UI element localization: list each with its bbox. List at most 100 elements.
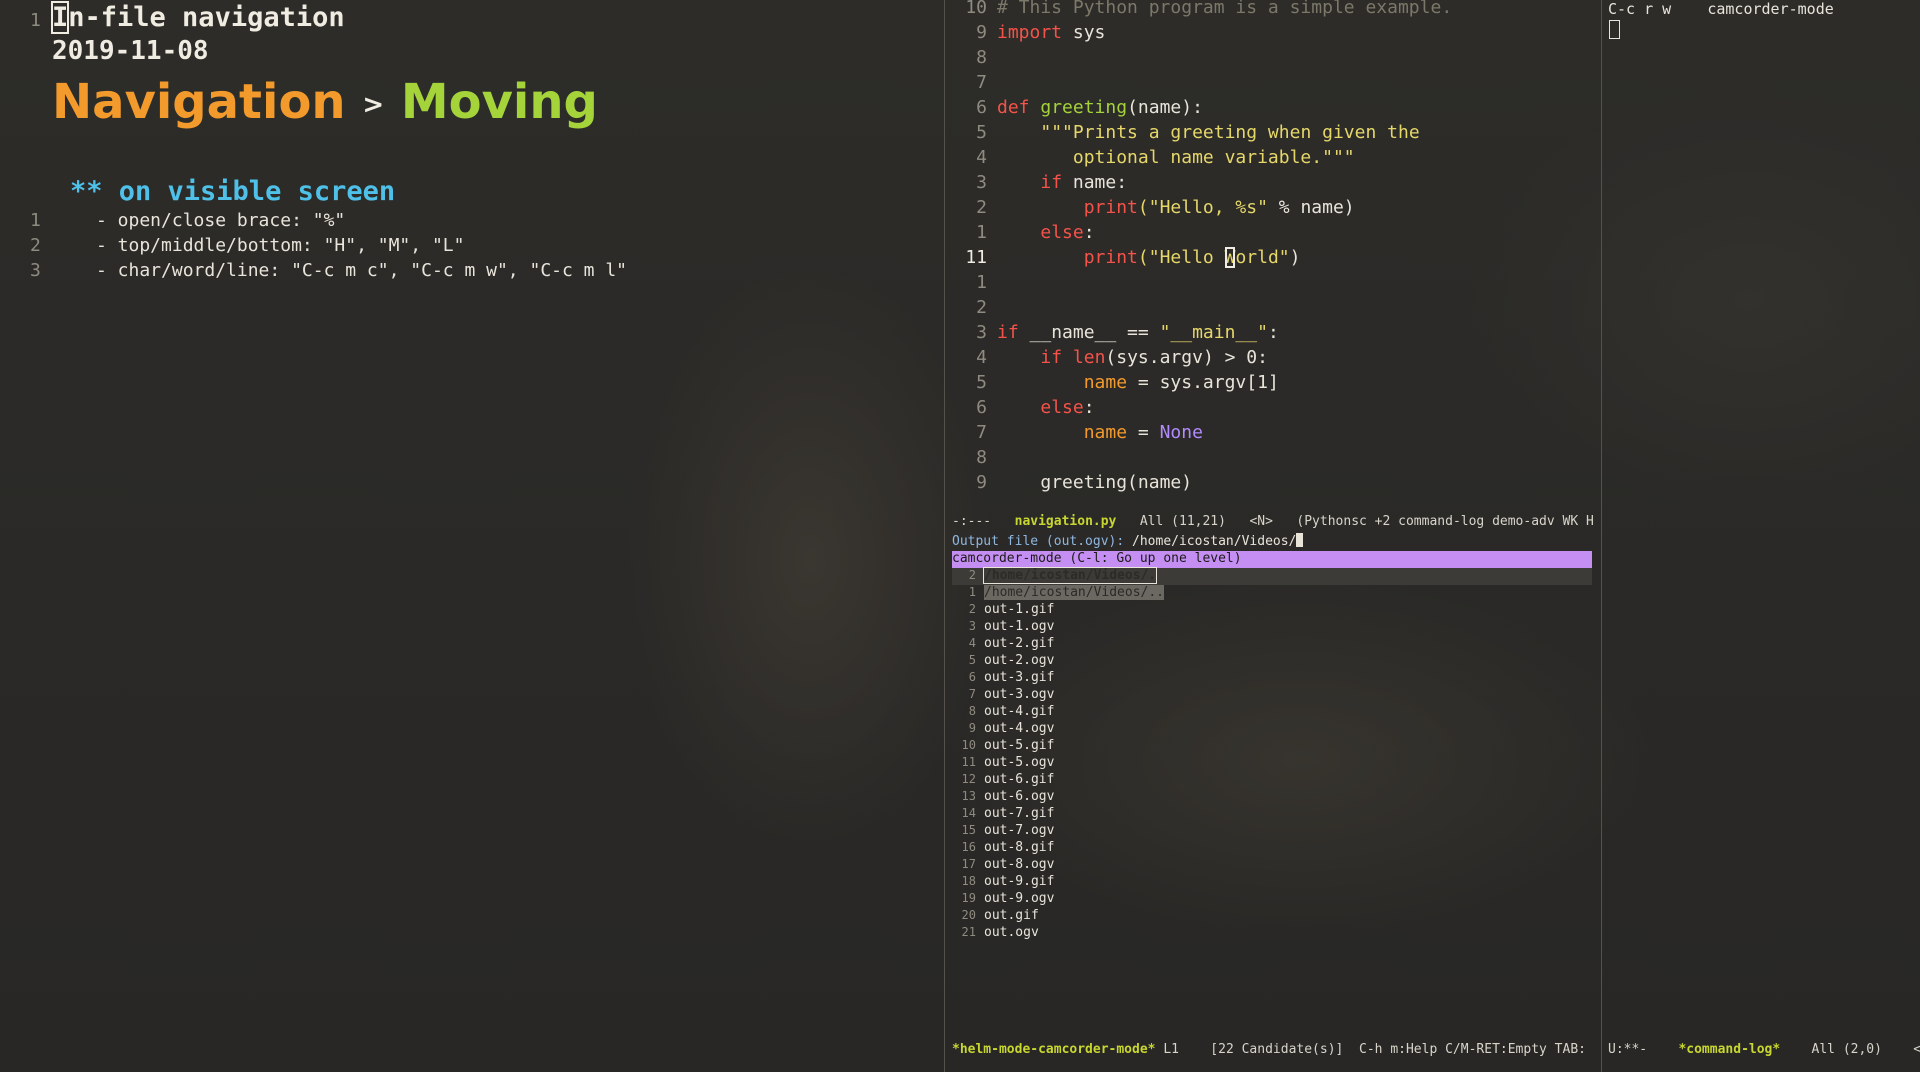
command-log-mode-line[interactable]: U:**- *command-log* All (2,0) < — [1608, 1042, 1920, 1060]
modified-status: -:--- — [952, 514, 992, 529]
candidate-number: 8 — [968, 704, 976, 718]
helm-candidate[interactable]: 21 out.ogv — [952, 925, 1592, 942]
helm-candidate[interactable]: 16 out-8.gif — [952, 840, 1592, 857]
text-cursor: I — [50, 1, 70, 34]
line-number: 8 — [976, 47, 987, 68]
code-mode-line[interactable]: -:--- navigation.py All (11,21) <N> (Pyt… — [952, 514, 1594, 532]
code-line: 9 greeting(name) — [945, 472, 1192, 497]
helm-candidate[interactable]: 15 out-7.ogv — [952, 823, 1592, 840]
candidate-text: out.gif — [984, 908, 1039, 923]
helm-candidate[interactable]: 2/home/icostan/Videos/. — [952, 567, 1592, 585]
candidate-number: 11 — [961, 755, 976, 769]
line-number: 6 — [976, 397, 987, 418]
variable: name — [1083, 372, 1128, 393]
helm-candidate[interactable]: 19 out-9.ogv — [952, 891, 1592, 908]
line-number: 5 — [976, 122, 987, 143]
candidate-text: /home/icostan/Videos/.. — [984, 585, 1165, 600]
keyword: else — [1040, 222, 1084, 243]
presentation-window[interactable]: 1 In-file navigation 2019-11-08 Navigati… — [0, 0, 944, 1072]
helm-candidate[interactable]: 8 out-4.gif — [952, 704, 1592, 721]
help-hint: C-h m:Help C/M-RET:Empty TAB: — [1359, 1042, 1586, 1057]
list-item-text: - top/middle/bottom: "H", "M", "L" — [96, 235, 465, 256]
code-line: 5 """Prints a greeting when given the — [945, 122, 1420, 147]
code-line-current: 11 print("Hello World") — [945, 247, 1300, 272]
keyword: import — [997, 22, 1063, 43]
candidate-text: out-3.ogv — [984, 687, 1055, 702]
docstring: """Prints a greeting when given the — [1040, 122, 1420, 143]
helm-candidate[interactable]: 18 out-9.gif — [952, 874, 1592, 891]
truncation-marker: < — [1913, 1042, 1920, 1057]
candidate-number: 3 — [968, 619, 976, 633]
helm-candidate[interactable]: 20 out.gif — [952, 908, 1592, 925]
candidate-text: out-4.gif — [984, 704, 1055, 719]
line-number: 10 — [965, 0, 987, 18]
line-number: 1 — [30, 10, 41, 31]
candidate-text: /home/icostan/Videos/. — [982, 567, 1158, 584]
code-line: 6 else: — [945, 397, 1094, 422]
list-item-text: - char/word/line: "C-c m c", "C-c m w", … — [96, 260, 628, 281]
cursor-position: All (2,0) — [1811, 1042, 1882, 1057]
builtin: print — [1083, 247, 1138, 268]
string: "__main__" — [1159, 322, 1268, 343]
buffer-name: *helm-mode-camcorder-mode* — [952, 1042, 1156, 1057]
candidate-number: 9 — [968, 721, 976, 735]
breadcrumb-primary: Navigation — [52, 74, 346, 130]
prompt-input[interactable]: /home/icostan/Videos/ — [1124, 534, 1296, 549]
builtin: len — [1072, 347, 1106, 368]
helm-candidate[interactable]: 6 out-3.gif — [952, 670, 1592, 687]
line-number: 4 — [976, 347, 987, 368]
major-minor-modes[interactable]: (Pythonsc +2 command-log demo-adv WK H — [1296, 514, 1593, 529]
candidate-number: 1 — [968, 585, 976, 599]
candidate-text: out-4.ogv — [984, 721, 1055, 736]
line-number: 2 — [30, 235, 41, 256]
candidate-number: 19 — [961, 891, 976, 905]
minibuffer-prompt[interactable]: Output file (out.ogv): /home/icostan/Vid… — [952, 533, 1304, 549]
candidate-number: 10 — [961, 738, 976, 752]
line-number: 4 — [976, 147, 987, 168]
helm-candidate[interactable]: 2 out-1.gif — [952, 602, 1592, 619]
breadcrumb: Navigation > Moving — [52, 74, 598, 130]
code-text: sys — [1062, 22, 1106, 43]
code-editor-window[interactable]: 10 # This Python program is a simple exam… — [945, 0, 1601, 514]
candidate-text: out-8.gif — [984, 840, 1055, 855]
command-log-window[interactable] — [1602, 0, 1920, 1072]
helm-candidate[interactable]: 12 out-6.gif — [952, 772, 1592, 789]
code-text: % name) — [1267, 197, 1355, 218]
helm-candidate[interactable]: 9 out-4.ogv — [952, 721, 1592, 738]
line-number: 3 — [30, 260, 41, 281]
code-text: greeting(name) — [1040, 472, 1193, 493]
code-text: : — [1267, 322, 1279, 343]
code-text: (sys.argv) > 0: — [1105, 347, 1268, 368]
code-text: = sys.argv[1] — [1127, 372, 1279, 393]
candidate-number: 2 — [968, 602, 976, 616]
string: orld" — [1235, 247, 1290, 268]
helm-candidate[interactable]: 14 out-7.gif — [952, 806, 1592, 823]
helm-candidate[interactable]: 7 out-3.ogv — [952, 687, 1592, 704]
helm-candidate[interactable]: 3 out-1.ogv — [952, 619, 1592, 636]
helm-candidate[interactable]: 17 out-8.ogv — [952, 857, 1592, 874]
helm-candidate[interactable]: 1/home/icostan/Videos/.. — [952, 585, 1592, 602]
code-line: 2 — [945, 297, 987, 322]
line-number: 1 — [976, 222, 987, 243]
helm-candidate[interactable]: 10 out-5.gif — [952, 738, 1592, 755]
line-number: 3 — [976, 322, 987, 343]
helm-candidate[interactable]: 13 out-6.ogv — [952, 789, 1592, 806]
helm-candidate[interactable]: 5 out-2.ogv — [952, 653, 1592, 670]
code-text: : — [1083, 397, 1095, 418]
code-text: __name__ == — [1018, 322, 1160, 343]
list-item-text: - open/close brace: "%" — [96, 210, 346, 231]
buffer-name: *command-log* — [1678, 1042, 1781, 1057]
helm-candidate[interactable]: 11 out-5.ogv — [952, 755, 1592, 772]
docstring: optional name variable.""" — [1072, 147, 1355, 168]
line-number: 5 — [976, 372, 987, 393]
code-text: ) — [1289, 247, 1301, 268]
helm-candidate-list[interactable]: 2/home/icostan/Videos/. 1/home/icostan/Vi… — [952, 567, 1592, 942]
helm-candidate[interactable]: 4 out-2.gif — [952, 636, 1592, 653]
candidate-text: out-3.gif — [984, 670, 1055, 685]
document-title: In-file navigation — [50, 1, 345, 34]
line-number: 7 — [976, 72, 987, 93]
helm-mode-line[interactable]: *helm-mode-camcorder-mode* L1 [22 Candid… — [952, 1042, 1586, 1060]
line-indicator: L1 — [1163, 1042, 1179, 1057]
buffer-name[interactable]: navigation.py — [1015, 514, 1117, 529]
keyword: else — [1040, 397, 1084, 418]
